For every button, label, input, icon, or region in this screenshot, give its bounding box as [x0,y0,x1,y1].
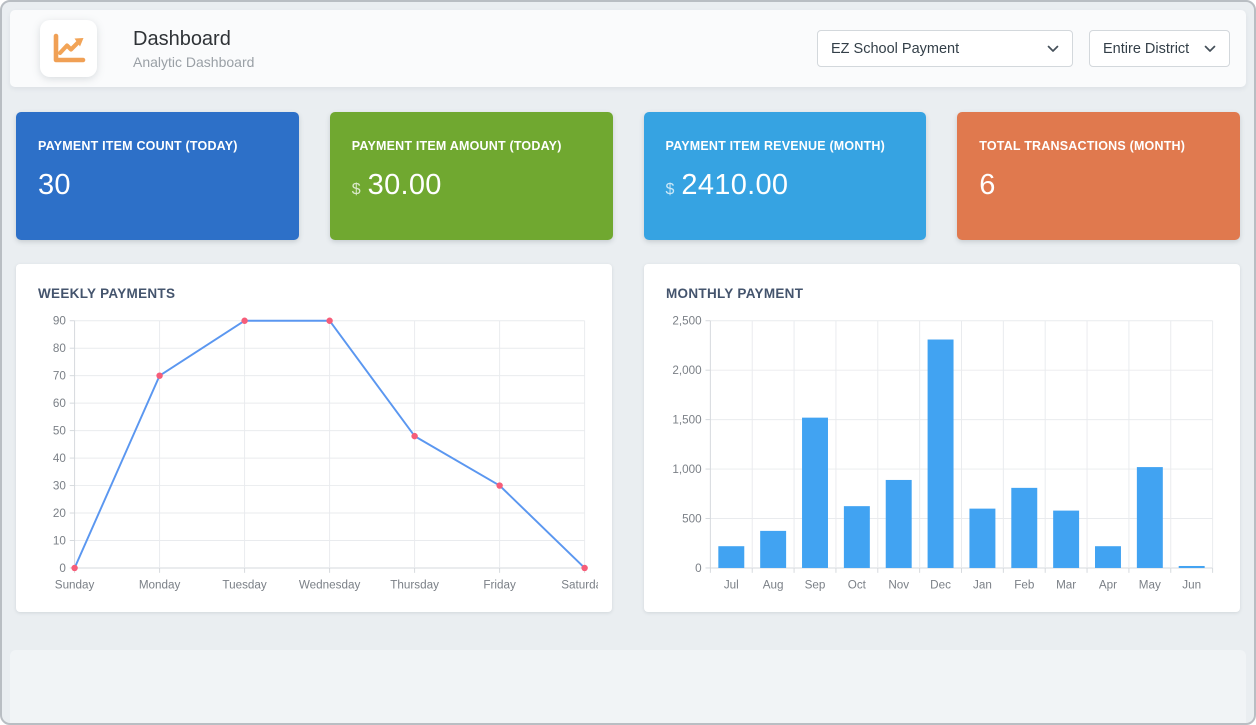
svg-text:Sunday: Sunday [55,578,95,591]
svg-text:20: 20 [53,507,66,520]
svg-text:1,000: 1,000 [672,463,702,476]
monthly-payment-chart: 0 500 1,000 1,500 2,000 2,500 Jul Aug Sep Oct Nov D… [660,311,1226,603]
app-window: Dashboard Analytic Dashboard EZ School P… [0,0,1256,725]
stat-card-label: PAYMENT ITEM AMOUNT (TODAY) [352,139,591,153]
svg-text:Monday: Monday [139,578,181,591]
svg-text:Apr: Apr [1099,578,1117,591]
svg-text:Aug: Aug [763,578,784,591]
stat-card-value: 2410.00 [681,169,788,202]
svg-text:70: 70 [53,370,66,383]
title-block: Dashboard Analytic Dashboard [133,27,254,70]
svg-text:Friday: Friday [483,578,516,591]
svg-text:Feb: Feb [1014,578,1034,591]
stat-card-payment-item-revenue: PAYMENT ITEM REVENUE (MONTH) $ 2410.00 [644,112,927,240]
stat-card-total-transactions: TOTAL TRANSACTIONS (MONTH) 6 [957,112,1240,240]
svg-text:Mar: Mar [1056,578,1076,591]
stat-cards-row: PAYMENT ITEM COUNT (TODAY) 30 PAYMENT IT… [16,112,1240,240]
stat-card-value: 30 [38,169,71,202]
svg-text:2,500: 2,500 [672,315,702,328]
chevron-down-icon [1204,45,1216,53]
district-select-value: Entire District [1103,41,1204,57]
svg-text:2,000: 2,000 [672,364,702,377]
stat-card-label: TOTAL TRANSACTIONS (MONTH) [979,139,1218,153]
district-select[interactable]: Entire District [1089,30,1230,67]
svg-text:Wednesday: Wednesday [299,578,361,591]
svg-text:Jun: Jun [1182,578,1201,591]
currency-symbol: $ [666,181,675,199]
svg-text:80: 80 [53,342,66,355]
weekly-payments-title: WEEKLY PAYMENTS [38,286,598,301]
currency-symbol: $ [352,181,361,199]
svg-text:1,500: 1,500 [672,414,702,427]
svg-text:Nov: Nov [888,578,909,591]
svg-text:Dec: Dec [930,578,951,591]
monthly-payment-title: MONTHLY PAYMENT [666,286,1226,301]
svg-text:0: 0 [695,562,702,575]
svg-text:Saturday: Saturday [561,578,598,591]
svg-text:Jan: Jan [973,578,992,591]
chart-line-icon [52,33,86,65]
page-subtitle: Analytic Dashboard [133,54,254,70]
dashboard-logo [40,20,97,77]
svg-text:Jul: Jul [724,578,739,591]
stat-card-label: PAYMENT ITEM REVENUE (MONTH) [666,139,905,153]
svg-text:10: 10 [53,534,66,547]
svg-text:30: 30 [53,479,66,492]
svg-text:50: 50 [53,425,66,438]
payment-system-select-value: EZ School Payment [831,41,1047,57]
svg-text:0: 0 [59,562,66,575]
footer-panel [10,650,1246,723]
stat-card-payment-item-count: PAYMENT ITEM COUNT (TODAY) 30 [16,112,299,240]
svg-text:90: 90 [53,315,66,328]
stat-card-label: PAYMENT ITEM COUNT (TODAY) [38,139,277,153]
stat-card-value: 6 [979,169,995,202]
page-title: Dashboard [133,27,254,52]
stat-card-value: 30.00 [368,169,442,202]
chevron-down-icon [1047,45,1059,53]
stat-card-payment-item-amount: PAYMENT ITEM AMOUNT (TODAY) $ 30.00 [330,112,613,240]
svg-text:Sep: Sep [805,578,826,591]
svg-text:Tuesday: Tuesday [222,578,266,591]
monthly-payment-card: MONTHLY PAYMENT 0 500 1,000 1,500 2,000 2,500… [644,264,1240,612]
svg-text:60: 60 [53,397,66,410]
svg-text:May: May [1139,578,1161,591]
payment-system-select[interactable]: EZ School Payment [817,30,1073,67]
weekly-payments-card: WEEKLY PAYMENTS 0 10 20 30 40 50 60 70 80 90 Sunda… [16,264,612,612]
svg-text:40: 40 [53,452,66,465]
svg-text:Thursday: Thursday [390,578,439,591]
charts-row: WEEKLY PAYMENTS 0 10 20 30 40 50 60 70 80 90 Sunda… [16,264,1240,612]
weekly-payments-chart: 0 10 20 30 40 50 60 70 80 90 Sunday Monday Tuesday We… [32,311,598,603]
svg-text:Oct: Oct [848,578,867,591]
header: Dashboard Analytic Dashboard EZ School P… [10,10,1246,87]
svg-text:500: 500 [682,512,702,525]
